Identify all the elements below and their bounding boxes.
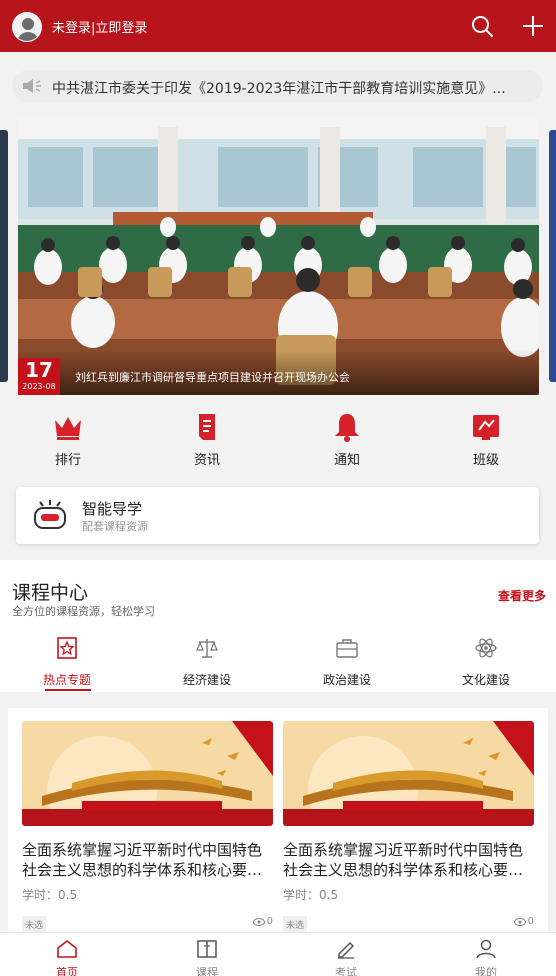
tab-label: 政治建设 <box>322 673 371 687</box>
tabbar-home[interactable]: 首页 <box>37 939 97 976</box>
active-tab-indicator <box>45 689 91 691</box>
login-link[interactable]: 未登录|立即登录 <box>52 17 147 36</box>
tab-label: 热点专题 <box>42 673 91 687</box>
course-status-tag: 未选 <box>283 916 308 933</box>
tab-label: 经济建设 <box>182 673 231 687</box>
quick-link-notice[interactable]: 通知 <box>307 412 387 468</box>
eye-icon <box>252 917 265 926</box>
quick-link-label: 班级 <box>472 453 499 468</box>
tabbar-label: 考试 <box>335 966 357 976</box>
tabbar-label: 课程 <box>196 966 218 976</box>
course-card[interactable]: 全面系统掌握习近平新时代中国特色社会主义思想的科学体系和核心要义... 学时：0… <box>283 721 534 933</box>
tabbar-exam[interactable]: 考试 <box>316 939 376 976</box>
bottom-tab-bar: 首页 课程 考试 我的 <box>0 932 556 976</box>
eye-icon <box>513 917 526 926</box>
course-hours: 学时：0.5 <box>283 888 339 902</box>
speaker-icon <box>23 79 41 93</box>
briefcase-icon <box>336 639 358 658</box>
banner-month: 2023-08 <box>22 382 56 391</box>
pen-icon <box>338 941 355 959</box>
quick-link-label: 排行 <box>54 453 81 468</box>
view-count: 0 <box>252 916 273 927</box>
view-count-value: 0 <box>266 916 273 927</box>
course-center-title: 课程中心 <box>12 582 89 604</box>
ai-guide-title: 智能导学 <box>82 500 143 518</box>
top-bar: 未登录|立即登录 <box>0 0 556 52</box>
tab-political[interactable]: 政治建设 <box>302 636 392 688</box>
ai-guide-card[interactable]: 智能导学 配套课程资源 <box>16 487 539 544</box>
view-count: 0 <box>513 916 534 927</box>
bell-icon <box>335 414 359 442</box>
class-icon <box>473 415 499 440</box>
quick-link-ranking[interactable]: 排行 <box>28 412 108 468</box>
tab-economic[interactable]: 经济建设 <box>162 636 252 688</box>
quick-link-news[interactable]: 资讯 <box>167 412 247 468</box>
ai-guide-subtitle: 配套课程资源 <box>82 520 148 533</box>
carousel-prev-slide[interactable] <box>0 130 8 382</box>
course-center-subtitle: 全方位的课程资源，轻松学习 <box>12 605 155 618</box>
course-thumbnail <box>22 721 273 826</box>
course-card[interactable]: 全面系统掌握习近平新时代中国特色社会主义思想的科学体系和核心要义... 学时：0… <box>22 721 273 933</box>
user-icon <box>476 939 496 959</box>
course-status-tag: 未选 <box>22 916 47 933</box>
view-more-link[interactable]: 查看更多 <box>498 587 546 604</box>
atom-icon <box>475 638 497 658</box>
plus-icon[interactable] <box>521 14 545 38</box>
document-icon <box>199 414 215 440</box>
course-title[interactable]: 全面系统掌握习近平新时代中国特色社会主义思想的科学体系和核心要义... <box>283 840 534 880</box>
scale-icon <box>196 639 218 658</box>
course-title[interactable]: 全面系统掌握习近平新时代中国特色社会主义思想的科学体系和核心要义... <box>22 840 273 880</box>
robot-icon <box>34 500 66 529</box>
tab-cultural[interactable]: 文化建设 <box>441 636 531 688</box>
tabbar-courses[interactable]: 课程 <box>177 939 237 976</box>
tabbar-label: 我的 <box>475 966 497 976</box>
star-badge-icon <box>57 637 77 659</box>
avatar[interactable] <box>12 12 42 42</box>
quick-link-label: 资讯 <box>193 453 220 468</box>
book-icon <box>197 940 217 958</box>
banner-day: 17 <box>25 358 53 382</box>
view-count-value: 0 <box>527 916 534 927</box>
course-hours: 学时：0.5 <box>22 888 78 902</box>
tab-label: 文化建设 <box>461 673 510 687</box>
notice-text[interactable]: 中共湛江市委关于印发《2019-2023年湛江市干部教育培训实施意见》... <box>52 78 522 98</box>
notice-bar[interactable]: 中共湛江市委关于印发《2019-2023年湛江市干部教育培训实施意见》... <box>12 70 543 102</box>
quick-link-label: 通知 <box>333 453 360 468</box>
banner-caption[interactable]: 刘红兵到廉江市调研督导重点项目建设并召开现场办公会 <box>75 369 350 385</box>
tab-hot-topics[interactable]: 热点专题 <box>22 636 112 688</box>
quick-link-class[interactable]: 班级 <box>446 412 526 468</box>
banner-date-badge: 17 2023-08 <box>18 358 60 395</box>
search-icon[interactable] <box>470 14 494 38</box>
crown-icon <box>55 417 81 440</box>
tabbar-mine[interactable]: 我的 <box>456 939 516 976</box>
tabbar-label: 首页 <box>56 966 78 976</box>
carousel-next-slide[interactable] <box>549 130 556 382</box>
course-thumbnail <box>283 721 534 826</box>
home-icon <box>57 939 77 958</box>
